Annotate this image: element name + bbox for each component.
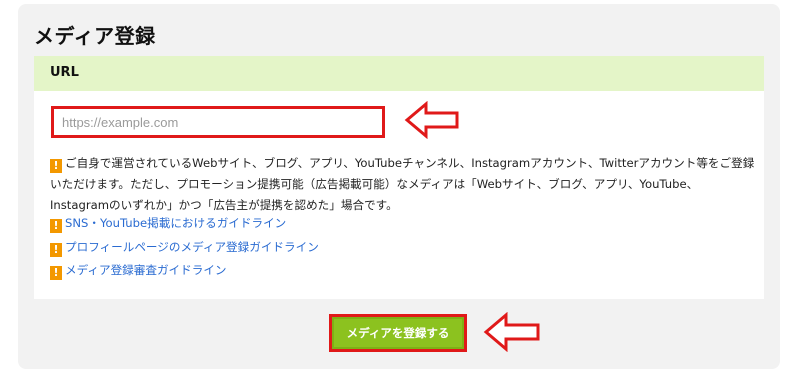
guideline-link-label: プロフィールページのメディア登録ガイドライン	[65, 239, 319, 254]
warning-icon: !	[50, 242, 62, 257]
warning-icon: !	[50, 219, 62, 233]
notice-body: ご自身で運営されているWebサイト、ブログ、アプリ、YouTubeチャンネル、I…	[50, 156, 755, 212]
url-section-label: URL	[50, 65, 79, 80]
warning-icon: !	[50, 159, 62, 173]
guideline-link-label: メディア登録審査ガイドライン	[65, 263, 227, 277]
url-section-body: !ご自身で運営されているWebサイト、ブログ、アプリ、YouTubeチャンネル、…	[34, 91, 764, 299]
page-title: メディア登録	[34, 24, 156, 48]
url-section-header: URL	[34, 56, 764, 91]
register-media-button[interactable]: メディアを登録する	[329, 314, 467, 352]
guideline-link-sns-youtube[interactable]: ! SNS・YouTube掲載におけるガイドライン	[50, 213, 319, 237]
notice-text: ! ご自身で運営されているWebサイト、ブログ、アプリ、YouTubeチャンネル、…	[50, 153, 755, 216]
warning-icon: !	[50, 266, 62, 280]
guideline-links: ! SNS・YouTube掲載におけるガイドライン ! プロフィールページのメディア…	[50, 213, 319, 284]
guideline-link-review[interactable]: ! メディア登録審査ガイドライン	[50, 260, 319, 284]
url-input[interactable]	[51, 106, 385, 138]
guideline-link-label: SNS・YouTube掲載におけるガイドライン	[65, 216, 287, 230]
left-arrow-icon	[483, 312, 540, 352]
guideline-link-profile-page[interactable]: ! プロフィールページのメディア登録ガイドライン	[50, 237, 319, 261]
left-arrow-icon	[404, 101, 459, 139]
